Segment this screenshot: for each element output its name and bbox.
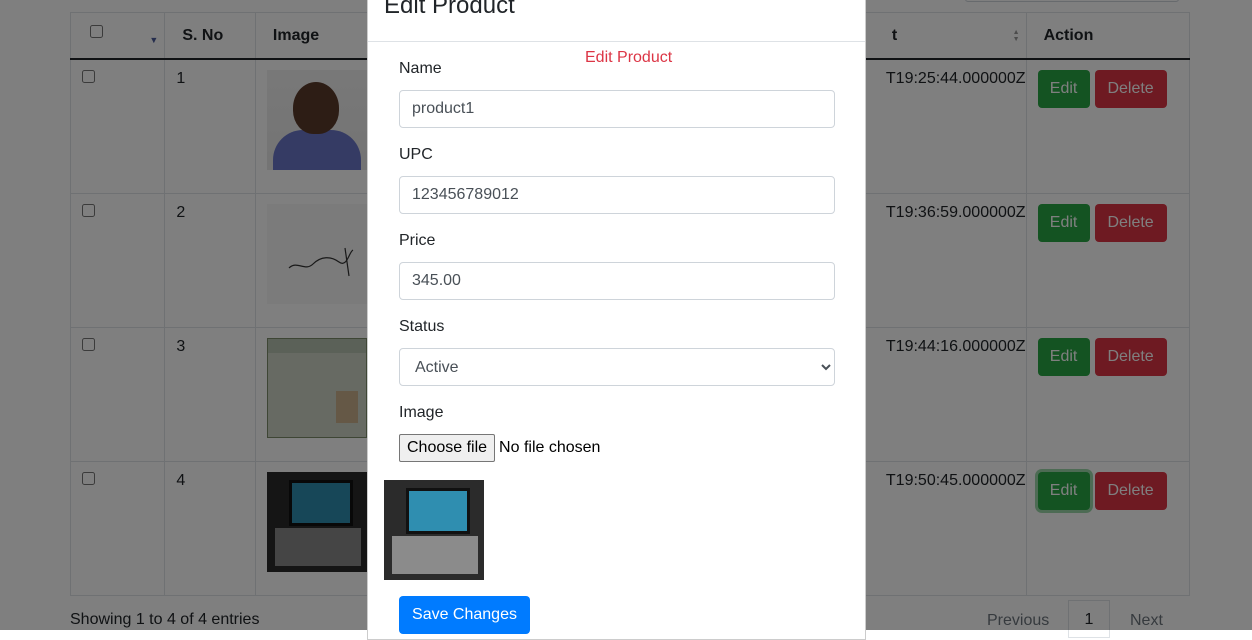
modal-title: Edit Product — [384, 0, 515, 19]
name-field[interactable] — [399, 90, 835, 128]
file-input[interactable]: Choose file No file chosen — [399, 434, 600, 462]
laptop-image-preview-icon — [384, 480, 484, 580]
modal-divider — [368, 41, 865, 42]
status-label: Status — [399, 318, 445, 335]
price-field[interactable] — [399, 262, 835, 300]
save-changes-button[interactable]: Save Changes — [399, 596, 530, 634]
file-status: No file chosen — [499, 439, 601, 456]
error-message: Edit Product — [585, 49, 673, 66]
upc-field[interactable] — [399, 176, 835, 214]
choose-file-button[interactable]: Choose file — [399, 434, 496, 462]
name-label: Name — [399, 60, 442, 77]
upc-label: UPC — [399, 146, 433, 163]
image-label: Image — [399, 404, 444, 421]
status-select[interactable]: Active — [399, 348, 835, 386]
edit-product-modal: Edit Product Edit Product Name UPC Price… — [367, 0, 866, 640]
price-label: Price — [399, 232, 436, 249]
